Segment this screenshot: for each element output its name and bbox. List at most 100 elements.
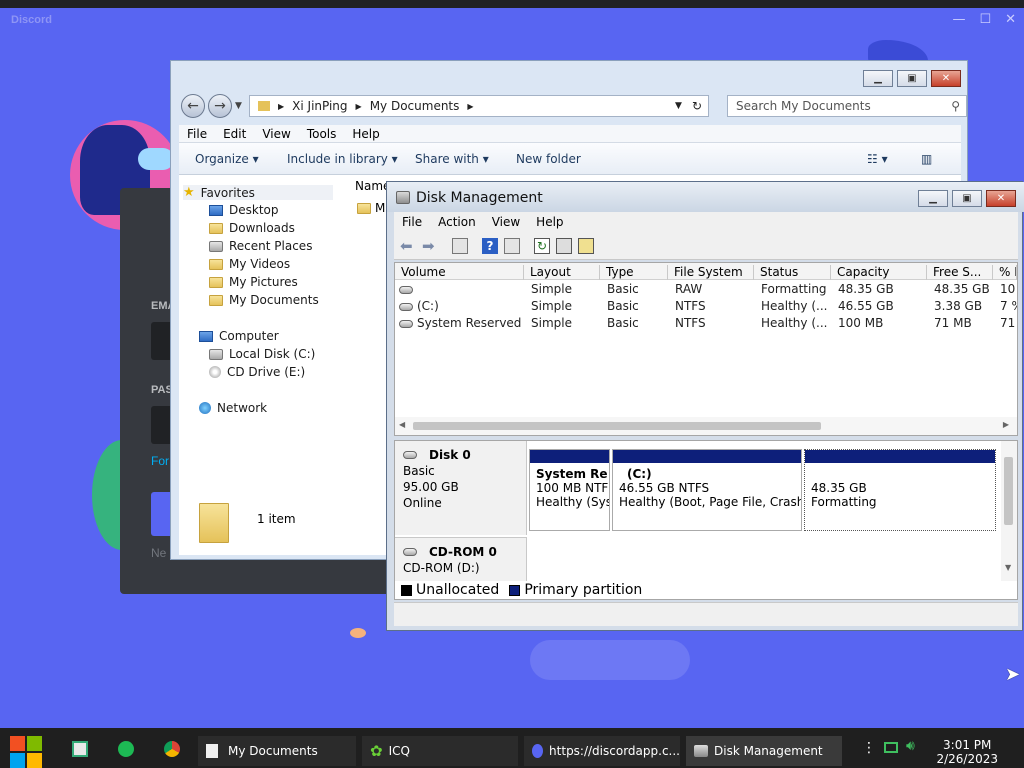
include-in-library-button[interactable]: Include in library ▾ xyxy=(287,152,398,166)
tree-recent[interactable]: Recent Places xyxy=(209,239,312,253)
column-status[interactable]: Status xyxy=(754,265,831,280)
clock-date: 2/26/2023 xyxy=(936,752,998,766)
task-discord-browser[interactable]: https://discordapp.c... xyxy=(524,736,680,766)
chevron-right-icon[interactable]: ▶ xyxy=(356,102,362,111)
disk-0-size: 95.00 GB xyxy=(403,480,459,494)
tree-desktop[interactable]: Desktop xyxy=(209,203,279,217)
partition-system-reserved[interactable]: System Re 100 MB NTF Healthy (Sys xyxy=(529,449,610,531)
register-hint[interactable]: Ne xyxy=(151,546,166,560)
tree-favorites[interactable]: ★ Favorites xyxy=(183,185,333,200)
console-tree-icon[interactable] xyxy=(452,238,468,254)
menu-edit[interactable]: Edit xyxy=(215,125,254,142)
overflow-menu-icon[interactable]: ⋮ xyxy=(862,740,876,756)
chevron-right-icon[interactable]: ▶ xyxy=(278,102,284,111)
minimize-button[interactable]: ▁ xyxy=(918,190,948,207)
refresh-icon[interactable]: ↻ xyxy=(534,238,550,254)
cell-type: Basic xyxy=(607,282,639,296)
back-icon[interactable]: ⬅ xyxy=(400,238,416,254)
scroll-left-icon[interactable]: ◀ xyxy=(399,420,405,429)
volume-icon[interactable]: 🔊︎ xyxy=(906,738,915,754)
chrome-icon[interactable] xyxy=(164,741,180,757)
task-icq[interactable]: ✿ ICQ xyxy=(362,736,518,766)
network-tray-icon[interactable] xyxy=(884,742,898,753)
task-my-documents[interactable]: My Documents xyxy=(198,736,356,766)
close-button[interactable]: ✕ xyxy=(931,70,961,87)
menu-tools[interactable]: Tools xyxy=(299,125,345,142)
close-icon[interactable]: ✕ xyxy=(1005,12,1016,27)
vertical-scrollbar[interactable]: ▼ xyxy=(1001,441,1017,581)
tree-pictures[interactable]: My Pictures xyxy=(209,275,298,289)
partition-c[interactable]: (C:) 46.55 GB NTFS Healthy (Boot, Page Fil… xyxy=(612,449,802,531)
menu-view[interactable]: View xyxy=(254,125,298,142)
address-dropdown-icon[interactable]: ▼ xyxy=(675,101,682,111)
back-button[interactable]: ← xyxy=(181,94,205,118)
scroll-right-icon[interactable]: ▶ xyxy=(1003,420,1009,429)
organize-button[interactable]: Organize ▾ xyxy=(195,152,259,166)
table-row[interactable]: (C:) Simple Basic NTFS Healthy (... 46.5… xyxy=(395,298,1017,315)
preview-pane-icon[interactable]: ▥ xyxy=(921,152,932,166)
menu-file[interactable]: File xyxy=(394,212,430,232)
tree-computer[interactable]: Computer xyxy=(199,329,279,343)
minimize-icon[interactable]: — xyxy=(952,12,965,27)
maximize-icon[interactable]: ☐ xyxy=(979,12,991,27)
tree-documents[interactable]: My Documents xyxy=(209,293,319,307)
search-input[interactable]: Search My Documents ⚲ xyxy=(727,95,967,117)
forward-button[interactable]: → xyxy=(208,94,232,118)
cell-capacity: 46.55 GB xyxy=(838,299,894,313)
menu-view[interactable]: View xyxy=(484,212,528,232)
menu-file[interactable]: File xyxy=(179,125,215,142)
column-file-system[interactable]: File System xyxy=(668,265,754,280)
column-volume[interactable]: Volume xyxy=(395,265,524,280)
tree-downloads[interactable]: Downloads xyxy=(209,221,295,235)
breadcrumb-folder[interactable]: My Documents xyxy=(370,99,460,113)
address-bar[interactable]: ▶ Xi JinPing ▶ My Documents ▶ ▼ ↻ xyxy=(249,95,709,117)
task-disk-management[interactable]: Disk Management xyxy=(686,736,842,766)
forward-icon[interactable]: ➡ xyxy=(422,238,438,254)
breadcrumb-user[interactable]: Xi JinPing xyxy=(292,99,347,113)
scrollbar-thumb[interactable] xyxy=(1004,457,1013,525)
menu-action[interactable]: Action xyxy=(430,212,484,232)
minimize-button[interactable]: ▁ xyxy=(863,70,893,87)
refresh-icon[interactable]: ↻ xyxy=(692,99,702,113)
column-layout[interactable]: Layout xyxy=(524,265,600,280)
maximize-button[interactable]: ▣ xyxy=(952,190,982,207)
chevron-right-icon[interactable]: ▶ xyxy=(467,102,473,111)
menu-help[interactable]: Help xyxy=(528,212,571,232)
forgot-password-link[interactable]: For xyxy=(151,454,169,468)
close-button[interactable]: ✕ xyxy=(986,190,1016,207)
settings-icon[interactable] xyxy=(578,238,594,254)
partition-formatting[interactable]: 48.35 GB Formatting xyxy=(804,449,996,531)
disk-0-label[interactable]: Disk 0 Basic 95.00 GB Online xyxy=(395,441,527,535)
maximize-button[interactable]: ▣ xyxy=(897,70,927,87)
menu-help[interactable]: Help xyxy=(344,125,387,142)
properties-grid-icon[interactable] xyxy=(504,238,520,254)
scroll-down-icon[interactable]: ▼ xyxy=(1005,563,1011,572)
tree-cd-drive[interactable]: CD Drive (E:) xyxy=(209,365,305,379)
rescan-icon[interactable] xyxy=(556,238,572,254)
cell-layout: Simple xyxy=(531,282,572,296)
tree-local-disk[interactable]: Local Disk (C:) xyxy=(209,347,315,361)
table-row[interactable]: System Reserved Simple Basic NTFS Health… xyxy=(395,315,1017,332)
history-dropdown-icon[interactable]: ▼ xyxy=(235,101,242,111)
start-button[interactable] xyxy=(10,736,42,768)
help-icon[interactable]: ? xyxy=(482,238,498,254)
scrollbar-thumb[interactable] xyxy=(413,422,821,430)
system-clock[interactable]: 3:01 PM 2/26/2023 xyxy=(936,738,998,766)
share-with-button[interactable]: Share with ▾ xyxy=(415,152,489,166)
spotify-icon[interactable] xyxy=(118,741,134,757)
volume-name: (C:) xyxy=(417,299,439,313)
horizontal-scrollbar[interactable]: ◀ ▶ xyxy=(395,417,1017,435)
column-type[interactable]: Type xyxy=(600,265,668,280)
tree-network[interactable]: Network xyxy=(199,401,267,415)
tree-videos[interactable]: My Videos xyxy=(209,257,290,271)
view-options-icon[interactable]: ☷ ▾ xyxy=(867,152,888,166)
table-row[interactable]: Simple Basic RAW Formatting 48.35 GB 48.… xyxy=(395,281,1017,298)
column-free-space[interactable]: Free S... xyxy=(927,265,993,280)
desktop-app-icon[interactable] xyxy=(72,741,88,757)
column-percent-free[interactable]: % F xyxy=(993,265,1017,280)
search-icon[interactable]: ⚲ xyxy=(951,99,960,113)
column-capacity[interactable]: Capacity xyxy=(831,265,927,280)
list-item[interactable]: M xyxy=(357,201,385,215)
new-folder-button[interactable]: New folder xyxy=(516,152,581,166)
cdrom-0-label[interactable]: CD-ROM 0 CD-ROM (D:) xyxy=(395,537,527,581)
